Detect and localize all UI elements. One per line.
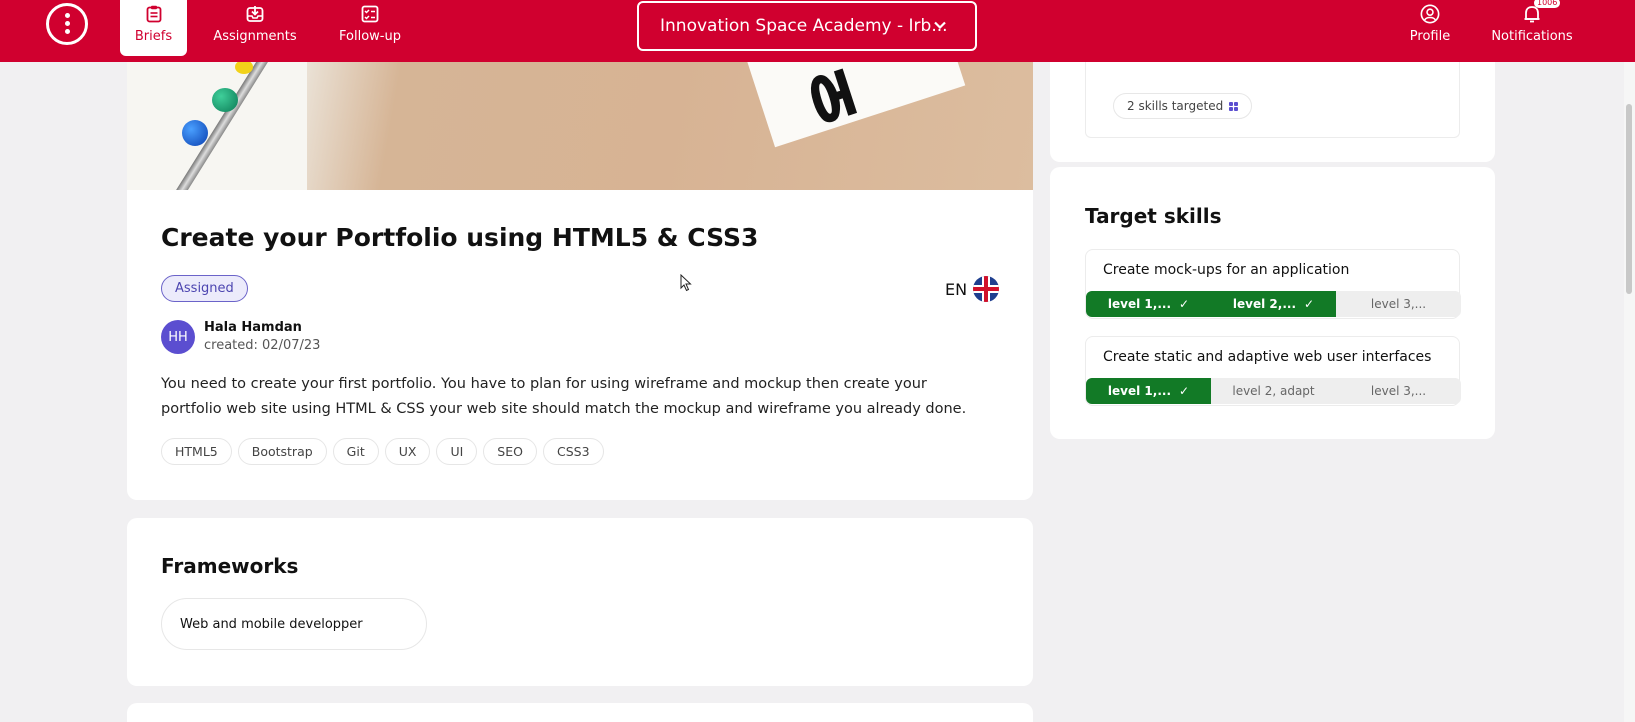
skills-targeted-pill[interactable]: 2 skills targeted xyxy=(1113,93,1253,119)
skill-level-segment[interactable]: level 2, adapt xyxy=(1211,378,1336,404)
status-badge: Assigned xyxy=(161,275,248,302)
author-avatar: HH xyxy=(161,320,195,354)
skill-level-label: level 2,... xyxy=(1232,297,1297,311)
summary-box: 2 skills targeted xyxy=(1085,50,1460,138)
target-skills-card: Target skills Create mock-ups for an app… xyxy=(1050,167,1495,439)
framework-item[interactable]: Web and mobile developper xyxy=(161,598,427,650)
uk-flag-icon xyxy=(973,276,1000,302)
skills-targeted-label: 2 skills targeted xyxy=(1127,99,1224,113)
school-selector-value: Innovation Space Academy - Irb... xyxy=(660,16,948,36)
language-indicator[interactable]: EN xyxy=(945,276,1000,302)
next-card xyxy=(127,703,1033,722)
brief-title: Create your Portfolio using HTML5 & CSS3 xyxy=(161,223,759,252)
mouse-cursor-icon xyxy=(680,273,692,296)
nav-assignments[interactable]: Assignments xyxy=(213,0,297,56)
skill-level-label: level 2, adapt xyxy=(1232,384,1315,398)
frameworks-title: Frameworks xyxy=(161,554,299,578)
nav-assignments-label: Assignments xyxy=(213,29,297,44)
nav-followup-label: Follow-up xyxy=(339,29,401,44)
scrollbar-thumb[interactable] xyxy=(1626,104,1632,294)
top-navbar: Briefs Assignments Follow-up Innovation … xyxy=(0,0,1635,62)
author-name: Hala Hamdan xyxy=(204,320,302,335)
skill-level-segment[interactable]: level 2,... ✓ xyxy=(1211,291,1336,317)
nav-briefs-label: Briefs xyxy=(134,29,173,44)
skill-level-segment[interactable]: level 3,... xyxy=(1336,378,1461,404)
skill-level-label: level 1,... xyxy=(1107,384,1172,398)
skill-level-label: level 1,... xyxy=(1107,297,1172,311)
grid-icon xyxy=(1229,101,1239,111)
clipboard-icon xyxy=(144,4,164,24)
brief-description: You need to create your first portfolio.… xyxy=(161,376,967,417)
skill-level-label: level 3,... xyxy=(1370,384,1427,398)
tag-chip[interactable]: UX xyxy=(384,438,431,465)
nav-profile[interactable]: Profile xyxy=(1402,0,1458,56)
skill-item[interactable]: Create static and adaptive web user inte… xyxy=(1085,336,1461,406)
nav-profile-label: Profile xyxy=(1409,29,1451,44)
tag-chip[interactable]: Bootstrap xyxy=(237,438,327,465)
checklist-icon xyxy=(360,4,380,24)
chevron-down-icon xyxy=(933,17,947,37)
language-code: EN xyxy=(945,279,968,299)
tag-chip[interactable]: Git xyxy=(332,438,379,465)
check-icon: ✓ xyxy=(1179,384,1190,398)
skill-level-segment[interactable]: level 3,... xyxy=(1336,291,1461,317)
app-logo-icon[interactable] xyxy=(46,3,88,45)
skill-name: Create static and adaptive web user inte… xyxy=(1103,349,1432,365)
created-date: created: 02/07/23 xyxy=(204,338,321,353)
skill-levels: level 1,... ✓ level 2,... ✓ level 3,... xyxy=(1086,291,1461,317)
target-skills-title: Target skills xyxy=(1085,204,1222,228)
nav-followup[interactable]: Follow-up xyxy=(336,0,404,56)
skill-item[interactable]: Create mock-ups for an application level… xyxy=(1085,249,1461,319)
check-icon: ✓ xyxy=(1304,297,1315,311)
tag-chip[interactable]: CSS3 xyxy=(542,438,604,465)
skill-name: Create mock-ups for an application xyxy=(1103,262,1350,278)
notification-count-badge: 1006 xyxy=(1534,0,1561,8)
tag-chip[interactable]: UI xyxy=(436,438,478,465)
nav-briefs[interactable]: Briefs xyxy=(120,0,187,56)
inbox-download-icon xyxy=(245,4,265,24)
nav-notifications-label: Notifications xyxy=(1491,29,1573,44)
brief-card: Ю Create your Portfolio using HTML5 & CS… xyxy=(127,30,1033,500)
check-icon: ✓ xyxy=(1179,297,1190,311)
skill-level-label: level 3,... xyxy=(1370,297,1427,311)
skill-level-segment[interactable]: level 1,... ✓ xyxy=(1086,291,1211,317)
tag-chip[interactable]: SEO xyxy=(483,438,537,465)
tag-list: HTML5 Bootstrap Git UX UI SEO CSS3 xyxy=(161,438,604,465)
skill-level-segment[interactable]: level 1,... ✓ xyxy=(1086,378,1211,404)
tag-chip[interactable]: HTML5 xyxy=(161,438,232,465)
skill-levels: level 1,... ✓ level 2, adapt level 3,... xyxy=(1086,378,1461,404)
nav-notifications[interactable]: 1006 Notifications xyxy=(1490,0,1574,56)
frameworks-card: Frameworks Web and mobile developper xyxy=(127,518,1033,686)
page-scrollbar[interactable] xyxy=(1624,62,1635,722)
school-selector[interactable]: Innovation Space Academy - Irb... xyxy=(637,1,977,51)
user-circle-icon xyxy=(1420,4,1440,24)
